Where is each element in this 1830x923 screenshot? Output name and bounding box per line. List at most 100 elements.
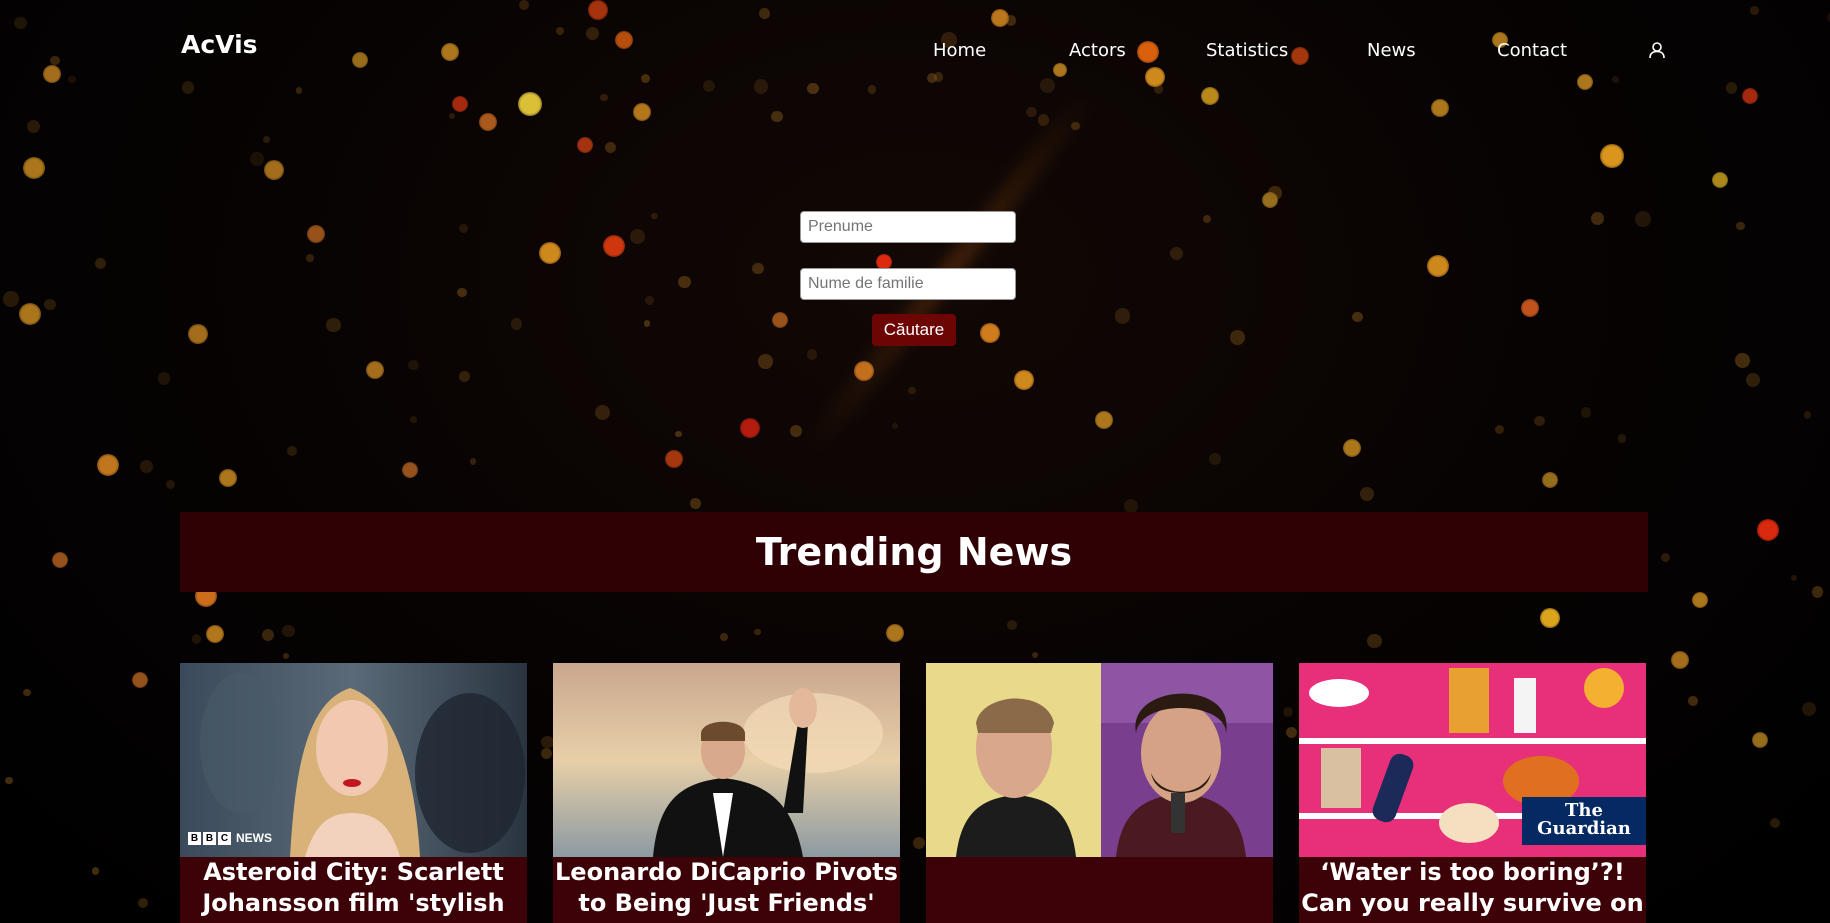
bokeh-light (588, 0, 608, 20)
site-logo[interactable]: AcVis (181, 30, 258, 59)
bokeh-light (1750, 6, 1759, 16)
news-card[interactable] (926, 663, 1273, 923)
bokeh-light (44, 298, 56, 311)
news-card-image: B B C NEWS (180, 663, 527, 857)
bokeh-light (1521, 299, 1539, 317)
first-name-input[interactable] (800, 211, 1016, 243)
news-card-title[interactable]: ‘Water is too boring’?! Can you really s… (1299, 857, 1646, 919)
bokeh-light (352, 52, 368, 68)
user-icon[interactable] (1648, 41, 1666, 59)
bokeh-light (603, 235, 625, 257)
news-card[interactable]: The Guardian ‘Water is too boring’?! Can … (1299, 663, 1646, 923)
bokeh-light (585, 26, 599, 40)
bokeh-light (286, 445, 298, 457)
bokeh-light (1540, 608, 1560, 628)
bokeh-light (1736, 221, 1745, 230)
last-name-input[interactable] (800, 268, 1016, 300)
bokeh-light (754, 628, 761, 635)
bokeh-light (912, 836, 926, 850)
bokeh-light (165, 479, 176, 490)
news-card-image (553, 663, 900, 857)
bokeh-light (675, 430, 682, 438)
bokeh-light (458, 223, 469, 234)
bokeh-light (891, 423, 898, 430)
bokeh-light (1591, 212, 1604, 225)
bokeh-light (1037, 114, 1050, 126)
bokeh-light (1725, 82, 1738, 94)
bokeh-light (408, 360, 419, 371)
bokeh-light (640, 73, 651, 84)
trending-heading: Trending News (755, 530, 1073, 574)
bokeh-light (306, 254, 314, 262)
bokeh-light (751, 262, 764, 275)
bokeh-light (3, 291, 19, 307)
bokeh-light (758, 7, 770, 19)
bokeh-light (1124, 498, 1139, 513)
bokeh-light (452, 96, 468, 112)
bokeh-light (1661, 553, 1671, 563)
bokeh-light (1360, 486, 1375, 501)
news-card-title[interactable]: Asteroid City: Scarlett Johansson film '… (180, 857, 527, 919)
nav-statistics[interactable]: Statistics (1206, 40, 1288, 61)
bokeh-light (158, 372, 171, 385)
bokeh-light (1494, 424, 1505, 434)
bokeh-light (1005, 15, 1016, 26)
bokeh-light (14, 16, 27, 30)
bokeh-light (556, 27, 565, 36)
bokeh-light (510, 318, 522, 330)
bokeh-light (886, 624, 904, 642)
bokeh-light (68, 75, 77, 84)
news-card[interactable]: B B C NEWS Asteroid City: Scarlett Johansso… (180, 663, 527, 923)
bokeh-light (604, 141, 617, 154)
bokeh-light (307, 225, 325, 243)
bokeh-light (633, 103, 651, 121)
bokeh-light (1635, 211, 1651, 228)
bokeh-light (908, 387, 916, 395)
nav-home[interactable]: Home (933, 40, 986, 61)
bokeh-light (262, 629, 275, 642)
nav-news[interactable]: News (1367, 40, 1416, 61)
news-card-title[interactable]: Leonardo DiCaprio Pivots to Being 'Just … (553, 857, 900, 919)
bokeh-light (132, 672, 148, 688)
bokeh-light (1229, 329, 1245, 345)
bokeh-light (1137, 41, 1159, 63)
bokeh-light (366, 361, 384, 379)
bokeh-light (250, 151, 264, 166)
bokeh-light (140, 460, 153, 473)
bokeh-light (1040, 78, 1056, 94)
bokeh-light (138, 897, 149, 909)
bokeh-light (1343, 439, 1361, 457)
bokeh-light (52, 552, 68, 568)
bokeh-light (678, 275, 691, 289)
bokeh-light (1712, 172, 1728, 188)
bokeh-light (1282, 706, 1293, 718)
bokeh-light (771, 111, 783, 123)
bokeh-light (740, 418, 760, 438)
bokeh-light (1534, 416, 1545, 427)
bokeh-light (458, 371, 470, 382)
bokeh-light (703, 80, 716, 93)
bokeh-light (23, 157, 45, 179)
bokeh-light (1209, 453, 1222, 466)
nav-actors[interactable]: Actors (1069, 40, 1126, 61)
bokeh-light (720, 633, 729, 642)
bokeh-light (577, 137, 593, 153)
bokeh-light (1352, 311, 1363, 323)
bokeh-light (539, 242, 561, 264)
bokeh-light (1014, 370, 1034, 390)
bokeh-light (26, 119, 40, 134)
bokeh-light (1580, 407, 1592, 418)
bokeh-light (854, 361, 874, 381)
bokeh-light (1427, 255, 1449, 277)
bokeh-light (789, 424, 802, 438)
news-card[interactable]: Leonardo DiCaprio Pivots to Being 'Just … (553, 663, 900, 923)
bokeh-light (1286, 726, 1298, 738)
bokeh-light (448, 112, 456, 119)
nav-contact[interactable]: Contact (1497, 40, 1567, 61)
bokeh-light (1031, 651, 1038, 658)
bokeh-light (1745, 372, 1761, 387)
bokeh-light (1291, 47, 1309, 65)
bokeh-light (806, 349, 818, 360)
search-button[interactable]: Căutare (872, 314, 956, 346)
bokeh-light (91, 866, 100, 875)
